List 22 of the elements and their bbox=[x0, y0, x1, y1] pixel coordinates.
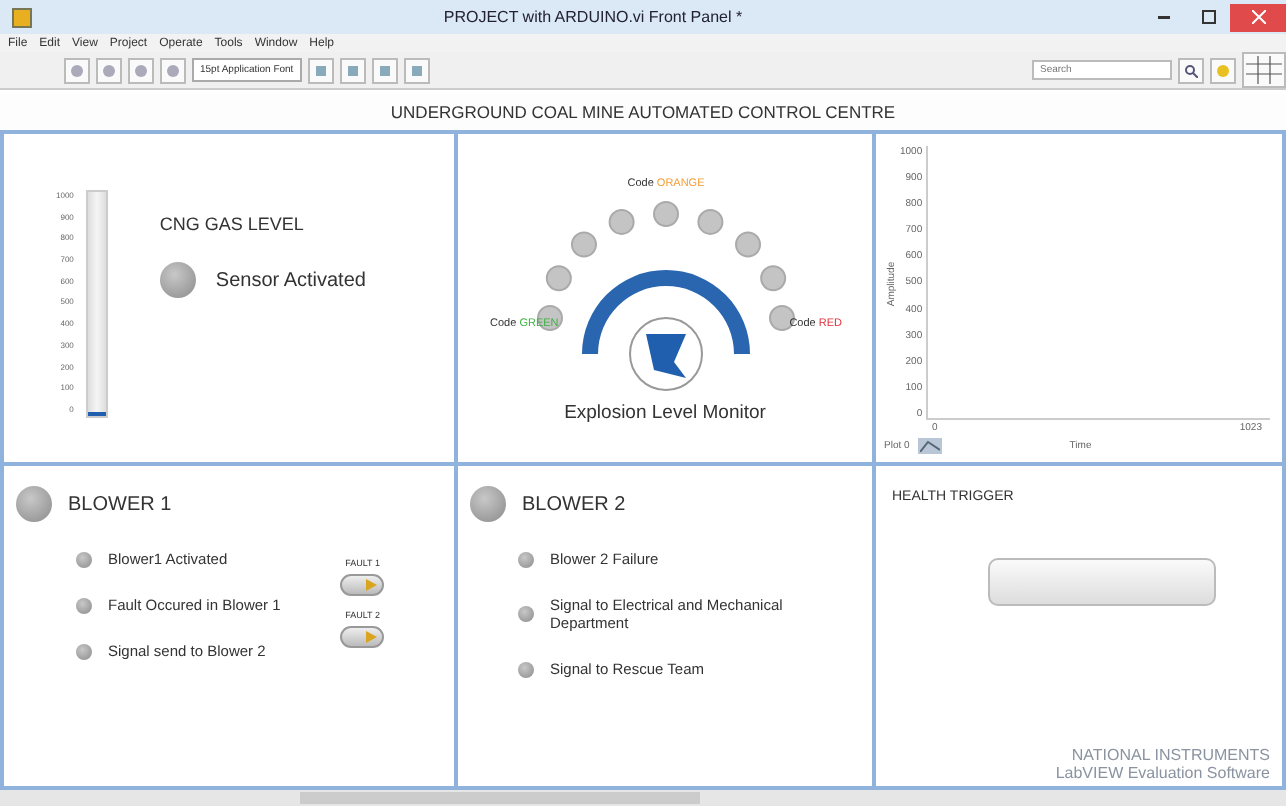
fault-button[interactable] bbox=[340, 626, 385, 648]
section-title: BLOWER 1 bbox=[68, 493, 172, 515]
gauge-title: Explosion Level Monitor bbox=[564, 402, 766, 424]
plot-legend-swatch[interactable] bbox=[917, 438, 942, 454]
arrow-icon bbox=[364, 578, 379, 592]
window-title: PROJECT with ARDUINO.vi Front Panel * bbox=[441, 8, 745, 26]
minimize-icon bbox=[1158, 15, 1170, 19]
led-label: Sensor Activated bbox=[215, 269, 366, 291]
watermark-note: LabVIEW Evaluation Software bbox=[1055, 764, 1270, 782]
trigger-button[interactable] bbox=[988, 558, 1216, 606]
section-title: BLOWER 2 bbox=[522, 493, 626, 515]
app-icon bbox=[12, 7, 32, 27]
arrow-icon bbox=[364, 630, 379, 644]
search-icon[interactable] bbox=[1178, 57, 1204, 83]
gas-level-label: CNG GAS LEVEL bbox=[159, 214, 306, 234]
watermark-brand: NATIONAL INSTRUMENTS bbox=[1071, 746, 1270, 764]
connector-pane-icon[interactable] bbox=[1242, 52, 1286, 88]
fault-button[interactable] bbox=[340, 574, 385, 596]
maximize-icon bbox=[1201, 10, 1215, 24]
close-icon bbox=[1251, 10, 1265, 24]
scroll-bar[interactable] bbox=[300, 792, 700, 804]
logo-icon bbox=[628, 317, 702, 391]
